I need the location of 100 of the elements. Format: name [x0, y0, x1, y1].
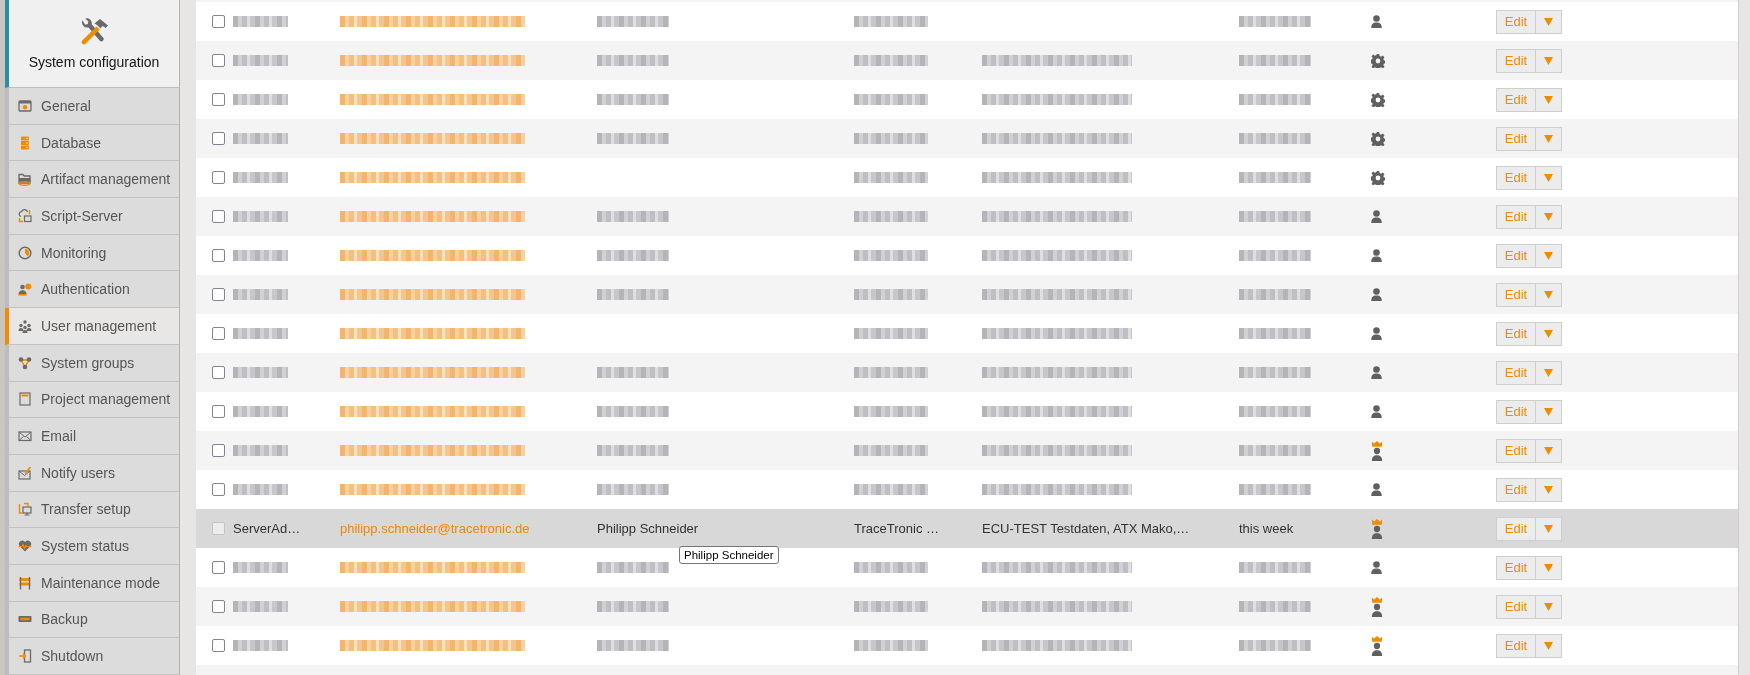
gear-icon: [1371, 53, 1385, 68]
sidebar-item[interactable]: User management: [5, 308, 179, 345]
dropdown-button[interactable]: [1536, 87, 1562, 112]
dropdown-button[interactable]: [1536, 477, 1562, 502]
dropdown-button[interactable]: [1536, 321, 1562, 346]
database-icon: [18, 135, 32, 150]
dropdown-button[interactable]: [1536, 438, 1562, 463]
dropdown-button[interactable]: [1536, 243, 1562, 268]
caret-icon: [1544, 485, 1553, 494]
sidebar-item[interactable]: Authentication: [5, 271, 179, 309]
caret-icon: [1544, 407, 1553, 416]
person-icon: [1371, 288, 1382, 301]
person-icon: [1371, 15, 1382, 28]
edit-button[interactable]: Edit: [1496, 9, 1536, 34]
last-login-text: this week: [1239, 521, 1294, 536]
row-checkbox[interactable]: [212, 15, 225, 28]
dropdown-button[interactable]: [1536, 126, 1562, 151]
sidebar-item[interactable]: Maintenance mode: [5, 564, 179, 602]
edit-button[interactable]: Edit: [1496, 633, 1536, 658]
sidebar-item[interactable]: Database: [5, 124, 179, 162]
edit-button[interactable]: Edit: [1496, 399, 1536, 424]
pie-icon: [18, 245, 32, 260]
gear-icon: [1371, 131, 1385, 146]
edit-button[interactable]: Edit: [1496, 243, 1536, 268]
caret-icon: [1544, 602, 1553, 611]
edit-button[interactable]: Edit: [1496, 555, 1536, 580]
sidebar-item[interactable]: Email: [5, 418, 179, 455]
edit-button[interactable]: Edit: [1496, 282, 1536, 307]
row-checkbox[interactable]: [212, 327, 225, 340]
row-checkbox[interactable]: [212, 366, 225, 379]
row-checkbox[interactable]: [212, 405, 225, 418]
row-checkbox[interactable]: [212, 639, 225, 652]
person-icon: [1371, 405, 1382, 418]
dropdown-button[interactable]: [1536, 165, 1562, 190]
edit-button[interactable]: Edit: [1496, 321, 1536, 346]
tooltip: Philipp Schneider: [679, 546, 779, 564]
row-checkbox[interactable]: [212, 561, 225, 574]
dropdown-button[interactable]: [1536, 48, 1562, 73]
row-checkbox[interactable]: [212, 600, 225, 613]
caret-icon: [1544, 95, 1553, 104]
sidebar-item[interactable]: Shutdown: [5, 638, 179, 675]
sidebar-item[interactable]: Notify users: [5, 454, 179, 492]
row-checkbox[interactable]: [212, 93, 225, 106]
caret-icon: [1544, 251, 1553, 260]
heart-pulse-icon: [18, 539, 32, 554]
crowned-person-icon: [1371, 596, 1383, 617]
envelope-icon: [18, 429, 32, 444]
person-icon: [1371, 366, 1382, 379]
sidebar-item[interactable]: General: [5, 88, 179, 125]
caret-icon: [1544, 329, 1553, 338]
tools-icon: [79, 17, 109, 45]
row-checkbox[interactable]: [212, 210, 225, 223]
edit-button[interactable]: Edit: [1496, 204, 1536, 229]
dropdown-button[interactable]: [1536, 594, 1562, 619]
edit-button[interactable]: Edit: [1496, 477, 1536, 502]
row-checkbox[interactable]: [212, 249, 225, 262]
sidebar-item[interactable]: Script-Server: [5, 198, 179, 235]
edit-button[interactable]: Edit: [1496, 360, 1536, 385]
sidebar-item[interactable]: Transfer setup: [5, 491, 179, 529]
person-icon: [1371, 483, 1382, 496]
dropdown-button[interactable]: [1536, 282, 1562, 307]
sidebar-item[interactable]: Monitoring: [5, 234, 179, 272]
edit-button[interactable]: Edit: [1496, 438, 1536, 463]
caret-icon: [1544, 56, 1553, 65]
sidebar-item[interactable]: System groups: [5, 344, 179, 382]
row-checkbox[interactable]: [212, 444, 225, 457]
organization-text: TraceTronic …: [854, 521, 939, 536]
person-icon: [1371, 327, 1382, 340]
sidebar-item[interactable]: System status: [5, 528, 179, 565]
sidebar-item[interactable]: Project management: [5, 381, 179, 419]
group-icon: [18, 355, 32, 370]
dropdown-button[interactable]: [1536, 9, 1562, 34]
sidebar-item[interactable]: Backup: [5, 601, 179, 639]
gear-icon: [1371, 92, 1385, 107]
person-icon: [1371, 249, 1382, 262]
people-icon: [18, 318, 32, 333]
sidebar-item[interactable]: Artifact management: [5, 161, 179, 199]
edit-button[interactable]: Edit: [1496, 48, 1536, 73]
edit-button[interactable]: Edit: [1496, 87, 1536, 112]
dropdown-button[interactable]: [1536, 399, 1562, 424]
dropdown-button[interactable]: [1536, 204, 1562, 229]
row-checkbox[interactable]: [212, 132, 225, 145]
caret-icon: [1544, 134, 1553, 143]
dropdown-button[interactable]: [1536, 633, 1562, 658]
row-checkbox[interactable]: [212, 171, 225, 184]
edit-button[interactable]: Edit: [1496, 126, 1536, 151]
edit-button[interactable]: Edit: [1496, 165, 1536, 190]
user-key-icon: [18, 282, 32, 297]
dropdown-button[interactable]: [1536, 555, 1562, 580]
edit-button[interactable]: Edit: [1496, 594, 1536, 619]
row-checkbox[interactable]: [212, 288, 225, 301]
row-checkbox[interactable]: [212, 54, 225, 67]
person-icon: [1371, 561, 1382, 574]
caret-icon: [1544, 524, 1553, 533]
gear-icon: [1371, 170, 1385, 185]
caret-icon: [1544, 17, 1553, 26]
row-checkbox[interactable]: [212, 483, 225, 496]
sidebar-title: System configuration: [28, 53, 160, 70]
dropdown-button[interactable]: [1536, 360, 1562, 385]
caret-icon: [1544, 563, 1553, 572]
